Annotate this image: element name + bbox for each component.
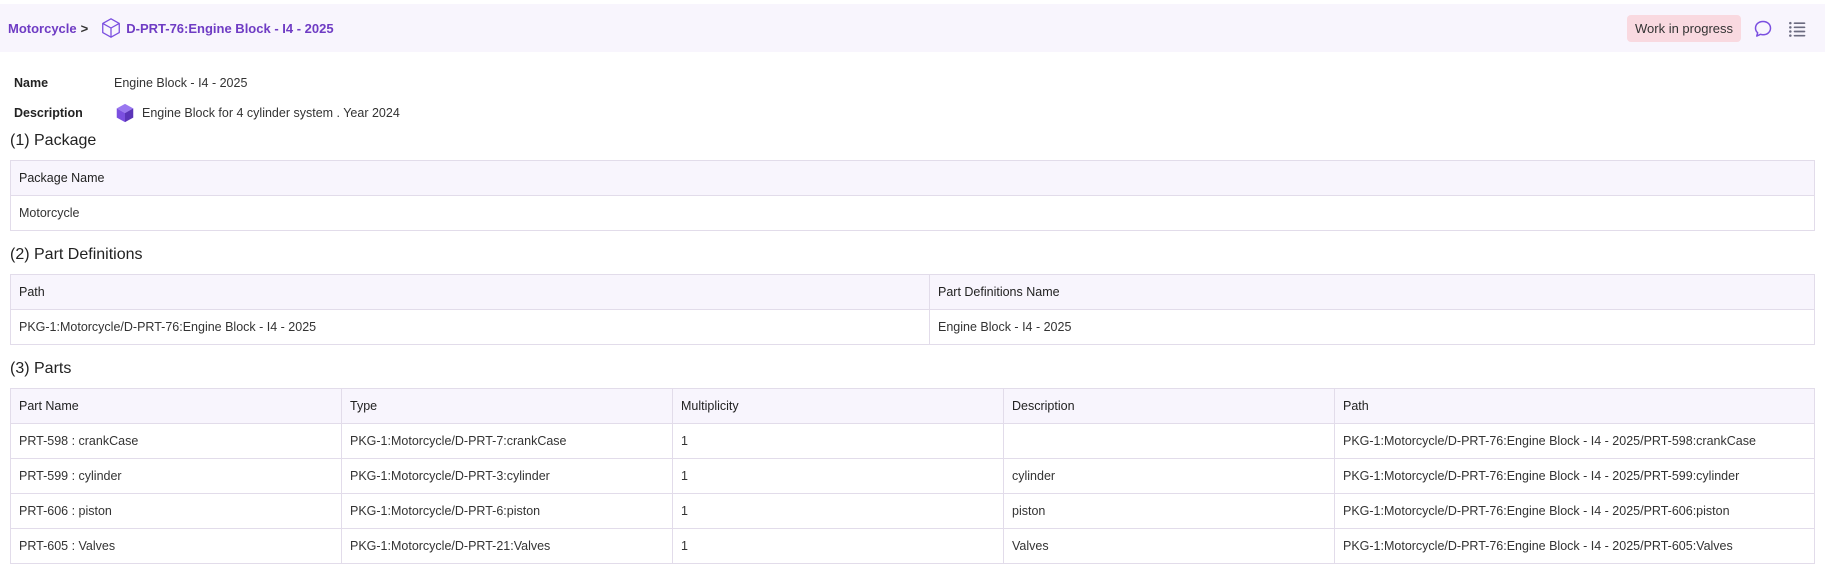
table-cell: PRT-599 : cylinder (10, 458, 342, 494)
table-row[interactable]: PRT-605 : Valves PKG-1:Motorcycle/D-PRT-… (10, 528, 1815, 564)
package-section-title: (1) Package (10, 132, 97, 149)
column-header[interactable]: Part Definitions Name (929, 274, 1815, 310)
table-cell: PKG-1:Motorcycle/D-PRT-76:Engine Block -… (1334, 458, 1815, 494)
table-cell: PKG-1:Motorcycle/D-PRT-21:Valves (341, 528, 673, 564)
table-row[interactable]: Motorcycle (10, 195, 1815, 231)
name-row: Name Engine Block - I4 - 2025 (14, 68, 400, 98)
breadcrumb-root[interactable]: Motorcycle (8, 21, 77, 36)
column-header[interactable]: Path (10, 274, 930, 310)
column-header[interactable]: Description (1003, 388, 1335, 424)
part-definitions-table: Path Part Definitions Name PKG-1:Motorcy… (10, 274, 1815, 345)
column-header[interactable]: Package Name (10, 160, 1815, 196)
table-cell: 1 (672, 493, 1004, 529)
column-header[interactable]: Path (1334, 388, 1815, 424)
table-row[interactable]: PRT-606 : piston PKG-1:Motorcycle/D-PRT-… (10, 493, 1815, 529)
table-cell: PKG-1:Motorcycle/D-PRT-76:Engine Block -… (1334, 493, 1815, 529)
table-cell: PRT-598 : crankCase (10, 423, 342, 459)
description-label: Description (14, 106, 83, 120)
table-cell: 1 (672, 423, 1004, 459)
table-header-row: Path Part Definitions Name (10, 274, 1815, 310)
parts-table: Part Name Type Multiplicity Description … (10, 388, 1815, 564)
table-cell: PKG-1:Motorcycle/D-PRT-6:piston (341, 493, 673, 529)
properties-panel: Name Engine Block - I4 - 2025 Descriptio… (14, 68, 400, 128)
header-actions: Work in progress (1626, 15, 1809, 42)
table-cell: piston (1003, 493, 1335, 529)
description-value-wrap: Engine Block for 4 cylinder system . Yea… (114, 102, 400, 124)
table-cell: Valves (1003, 528, 1335, 564)
table-cell: cylinder (1003, 458, 1335, 494)
breadcrumb-separator: > (80, 20, 89, 36)
package-table: Package Name Motorcycle (10, 160, 1815, 231)
name-value: Engine Block - I4 - 2025 (114, 76, 248, 90)
table-cell: PKG-1:Motorcycle/D-PRT-7:crankCase (341, 423, 673, 459)
name-label: Name (14, 76, 49, 90)
table-cell: 1 (672, 458, 1004, 494)
column-header[interactable]: Part Name (10, 388, 342, 424)
table-cell: PKG-1:Motorcycle/D-PRT-3:cylinder (341, 458, 673, 494)
description-row: Description Engine Block for 4 cylinder … (14, 98, 400, 128)
column-header[interactable]: Multiplicity (672, 388, 1004, 424)
description-value: Engine Block for 4 cylinder system . Yea… (142, 106, 400, 120)
parts-section-title: (3) Parts (10, 360, 72, 377)
table-cell: PRT-605 : Valves (10, 528, 342, 564)
table-cell (1003, 423, 1335, 459)
table-cell: PRT-606 : piston (10, 493, 342, 529)
table-cell: PKG-1:Motorcycle/D-PRT-76:Engine Block -… (1334, 528, 1815, 564)
table-cell: Engine Block - I4 - 2025 (929, 309, 1815, 345)
cube-icon (114, 102, 136, 124)
table-cell: Motorcycle (10, 195, 1815, 231)
breadcrumb-current[interactable]: D-PRT-76:Engine Block - I4 - 2025 (126, 21, 333, 36)
status-badge[interactable]: Work in progress (1626, 15, 1741, 42)
table-cell: PKG-1:Motorcycle/D-PRT-76:Engine Block -… (10, 309, 930, 345)
table-header-row: Package Name (10, 160, 1815, 196)
table-row[interactable]: PRT-598 : crankCase PKG-1:Motorcycle/D-P… (10, 423, 1815, 459)
cube-outline-icon (100, 17, 122, 39)
header-bar: Motorcycle > D-PRT-76:Engine Block - I4 … (0, 4, 1825, 52)
table-cell: PKG-1:Motorcycle/D-PRT-76:Engine Block -… (1334, 423, 1815, 459)
column-header[interactable]: Type (341, 388, 673, 424)
part-definitions-section-title: (2) Part Definitions (10, 246, 143, 263)
table-row[interactable]: PKG-1:Motorcycle/D-PRT-76:Engine Block -… (10, 309, 1815, 345)
table-header-row: Part Name Type Multiplicity Description … (10, 388, 1815, 424)
comment-icon[interactable] (1751, 17, 1775, 41)
table-cell: 1 (672, 528, 1004, 564)
table-row[interactable]: PRT-599 : cylinder PKG-1:Motorcycle/D-PR… (10, 458, 1815, 494)
list-icon[interactable] (1785, 17, 1809, 41)
